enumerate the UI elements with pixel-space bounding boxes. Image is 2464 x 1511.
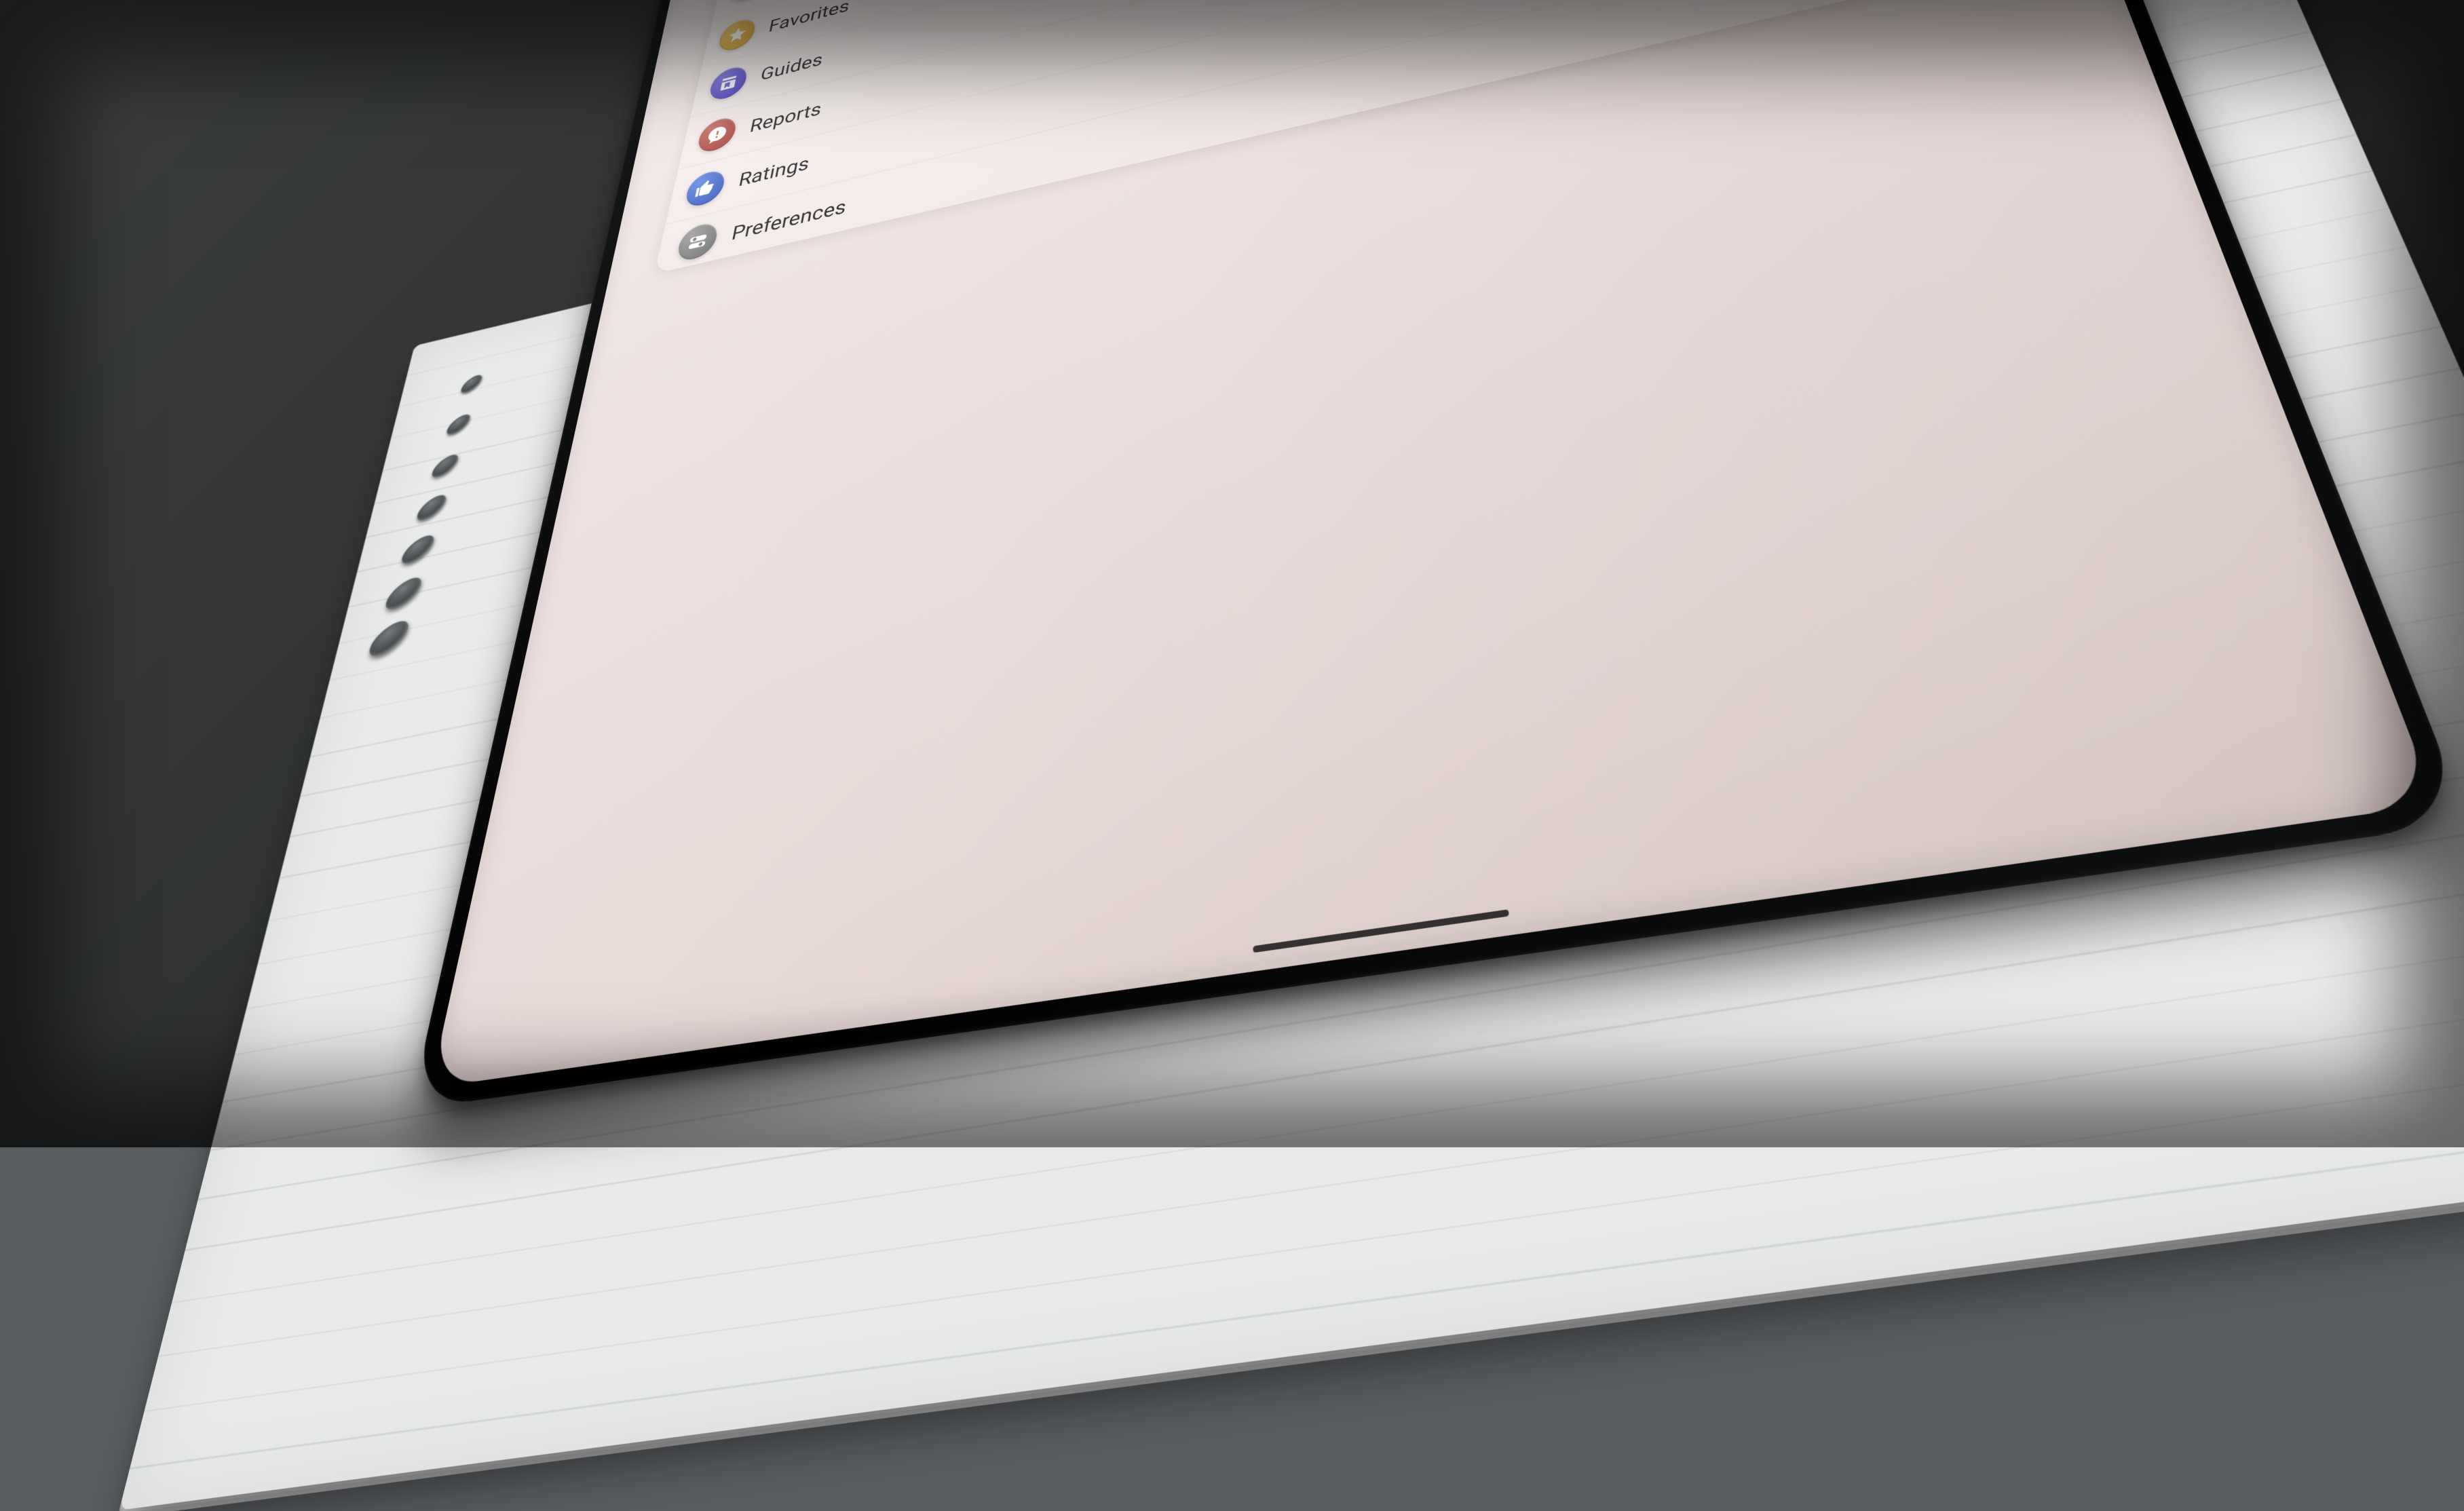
settings-card: Jak Favorites: [653, 0, 2008, 274]
binding-ring: [362, 618, 416, 659]
photo-background: Jak Favorites: [0, 0, 2464, 1147]
report-icon: [695, 115, 738, 155]
memoji-icon: [729, 0, 770, 3]
guides-icon: [707, 64, 749, 103]
star-icon: [716, 16, 757, 54]
toggles-icon: [675, 221, 719, 263]
binding-ring: [379, 575, 428, 612]
thumb-up-icon: [683, 168, 727, 210]
binding-ring: [457, 373, 486, 395]
binding-ring: [396, 533, 440, 567]
binding-ring: [411, 493, 451, 522]
home-indicator[interactable]: [1253, 909, 1509, 953]
binding-ring: [427, 453, 463, 480]
binding-ring: [442, 413, 475, 437]
